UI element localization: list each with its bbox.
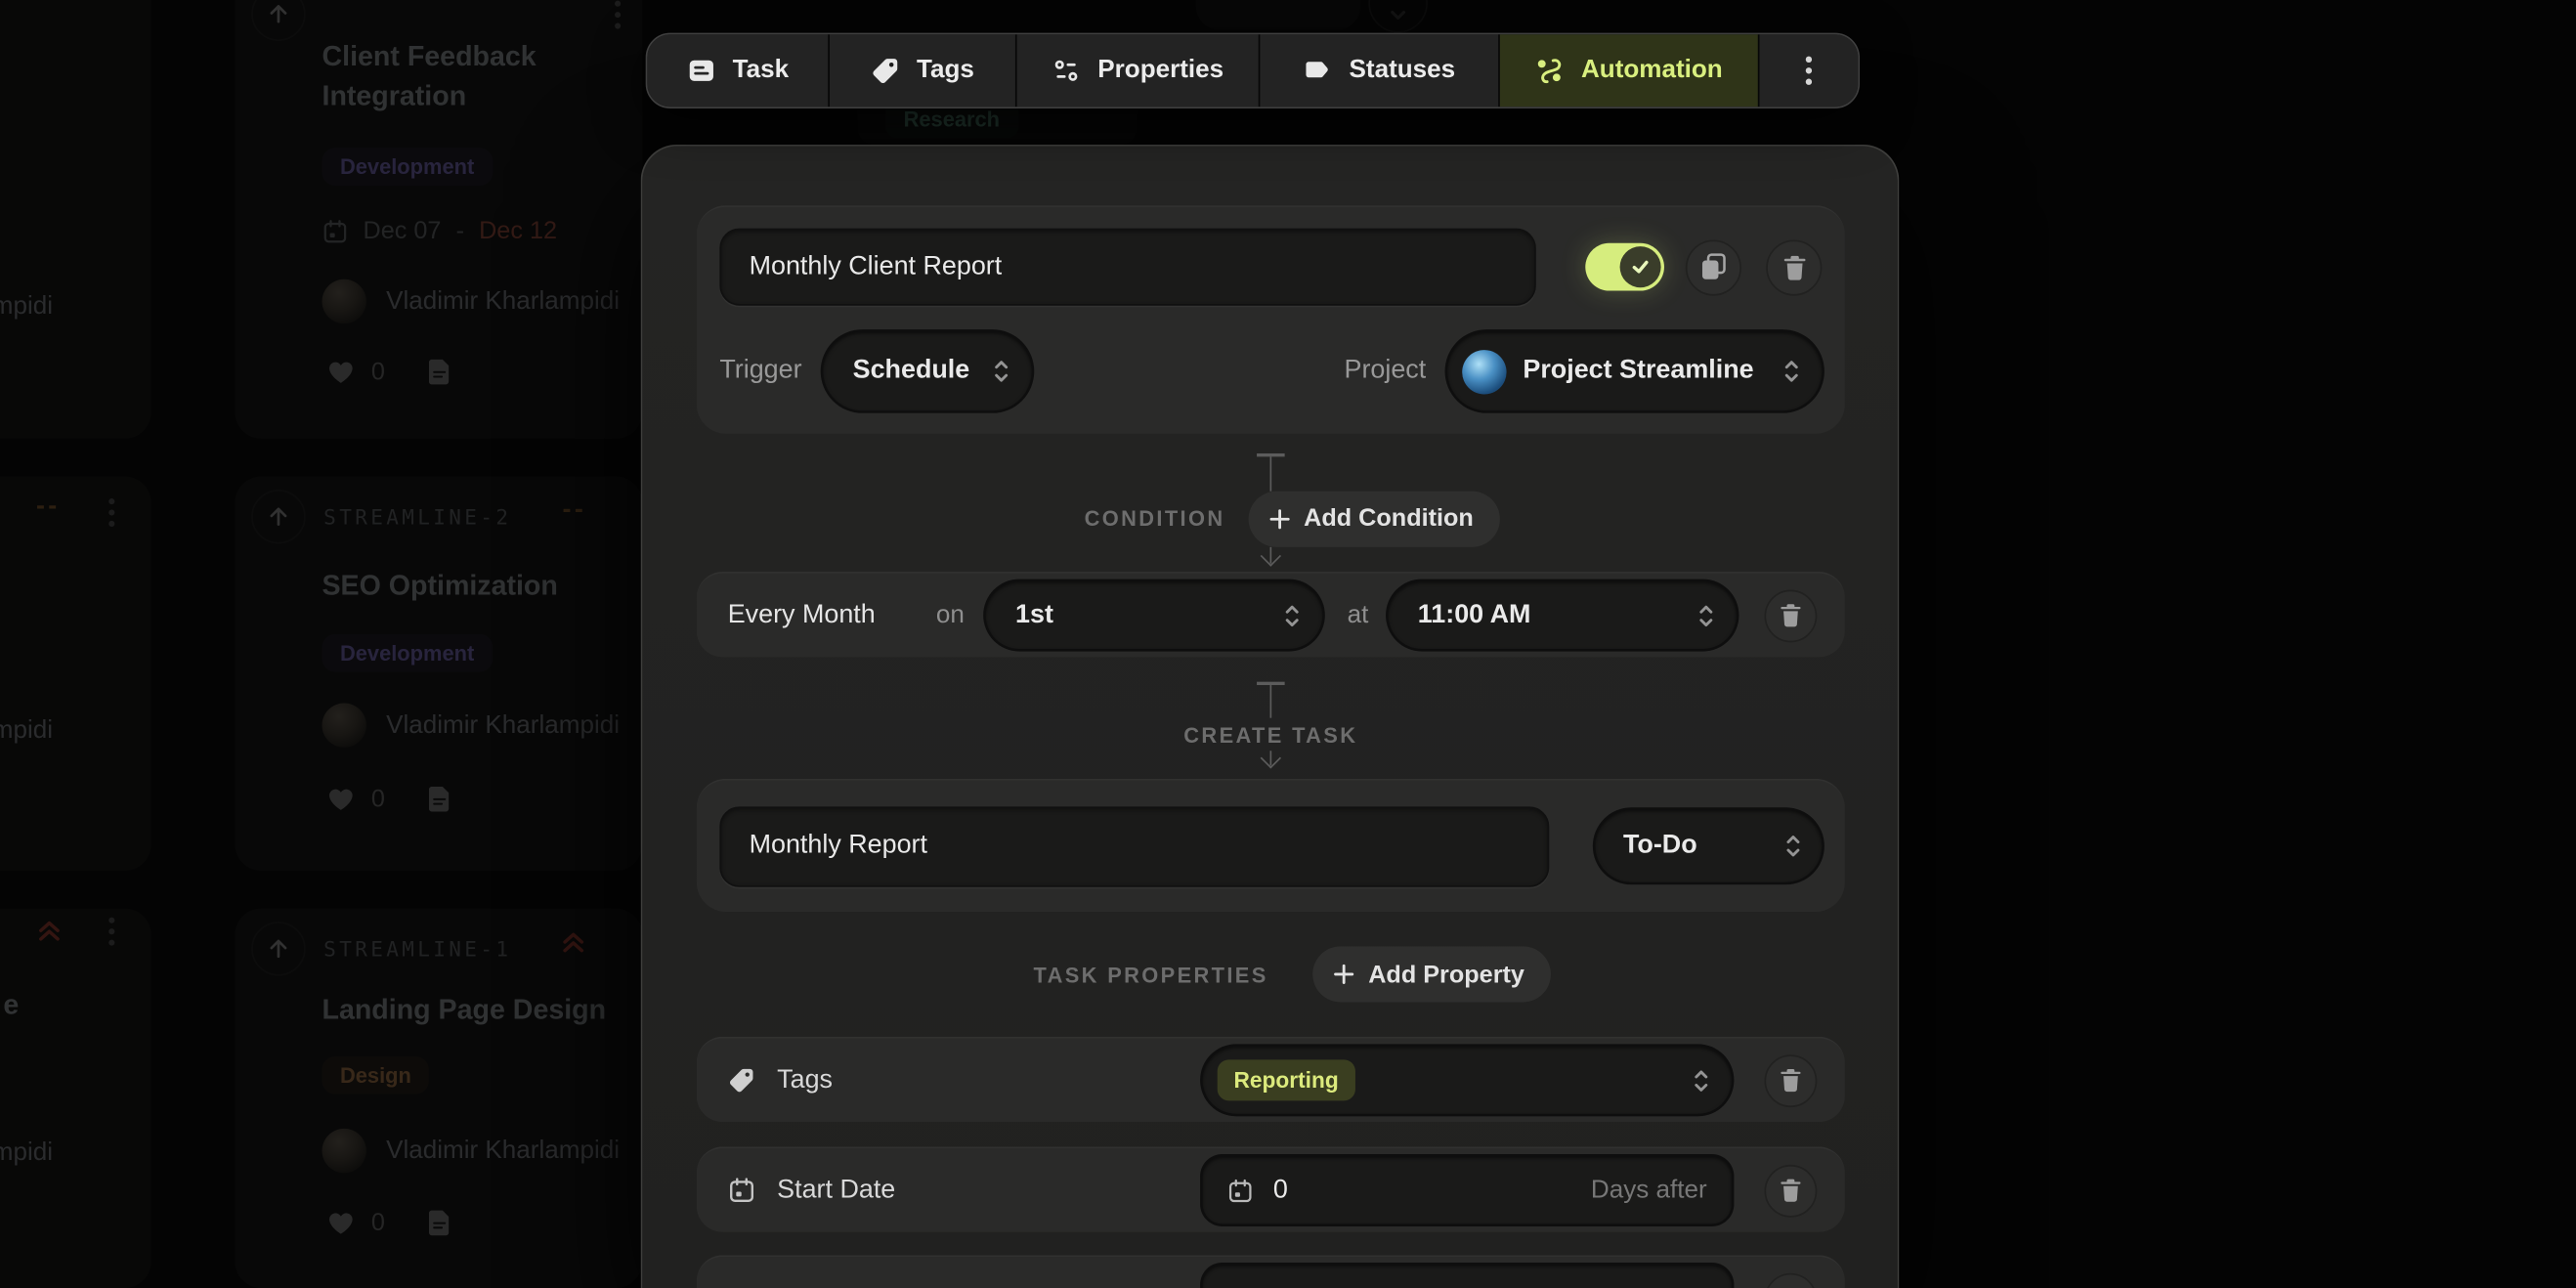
add-condition-button[interactable]: Add Condition xyxy=(1248,491,1500,546)
duplicate-automation-button[interactable] xyxy=(1686,239,1741,295)
connector-line xyxy=(1269,456,1272,491)
app-root: Vladimir Kharlampidi -- Vladimir Kharlam… xyxy=(0,0,2576,1288)
task-properties-header: TASK PROPERTIES Add Property xyxy=(718,946,1867,1002)
properties-icon xyxy=(1052,56,1081,85)
tab-properties[interactable]: Properties xyxy=(1017,34,1261,107)
trigger-value: Schedule xyxy=(853,357,970,386)
project-value: Project Streamline xyxy=(1523,357,1753,386)
chevron-updown-icon xyxy=(1782,357,1800,386)
tags-value-select[interactable]: Reporting xyxy=(1203,1047,1732,1114)
tab-task[interactable]: Task xyxy=(647,34,830,107)
project-avatar xyxy=(1462,349,1506,393)
calendar-icon xyxy=(1227,1178,1254,1204)
project-label: Project xyxy=(1344,357,1426,386)
trigger-select[interactable]: Schedule xyxy=(823,332,1032,411)
chevron-updown-icon xyxy=(1784,832,1802,861)
automation-icon xyxy=(1535,56,1565,85)
tag-chip: Reporting xyxy=(1218,1059,1355,1100)
create-task-section-label: CREATE TASK xyxy=(1183,722,1357,747)
schedule-day-select[interactable]: 1st xyxy=(986,581,1323,649)
delete-trigger-button[interactable] xyxy=(1765,589,1818,642)
chevron-updown-icon xyxy=(1693,1065,1710,1095)
calendar-icon xyxy=(728,1177,756,1205)
schedule-at-label: at xyxy=(1348,600,1369,629)
chevron-updown-icon xyxy=(993,357,1010,386)
connector-arrow-icon xyxy=(1261,748,1281,768)
automation-header-card: Trigger Schedule Project Project Streaml… xyxy=(697,205,1845,434)
delete-automation-button[interactable] xyxy=(1766,239,1822,295)
schedule-on-label: on xyxy=(936,600,965,629)
tab-label: Task xyxy=(733,56,789,85)
schedule-time-select[interactable]: 11:00 AM xyxy=(1389,581,1737,649)
task-status-select[interactable]: To-Do xyxy=(1595,810,1822,882)
automation-name-input[interactable] xyxy=(719,229,1536,306)
chevron-updown-icon xyxy=(1697,600,1715,629)
delete-property-button[interactable] xyxy=(1765,1053,1818,1106)
automation-enabled-toggle[interactable] xyxy=(1585,243,1664,291)
delete-property-button[interactable] xyxy=(1765,1164,1818,1217)
delete-property-button[interactable] xyxy=(1765,1272,1818,1288)
add-property-button[interactable]: Add Property xyxy=(1312,946,1551,1002)
tab-label: Statuses xyxy=(1350,56,1456,85)
condition-flow-connector: CONDITION Add Condition xyxy=(697,453,1845,564)
task-status-value: To-Do xyxy=(1623,832,1697,861)
property-label: Start Date xyxy=(777,1176,895,1205)
tab-tags[interactable]: Tags xyxy=(830,34,1017,107)
tab-label: Tags xyxy=(917,56,974,85)
property-label: Tags xyxy=(777,1065,833,1095)
schedule-frequency: Every Month xyxy=(728,600,876,629)
tab-automation[interactable]: Automation xyxy=(1500,34,1760,107)
check-icon xyxy=(1630,256,1652,278)
automation-editor-modal: Trigger Schedule Project Project Streaml… xyxy=(641,145,1900,1288)
start-date-offset-value: 0 xyxy=(1273,1176,1288,1205)
task-name-input[interactable] xyxy=(719,806,1549,886)
create-task-flow-connector: CREATE TASK xyxy=(697,682,1845,766)
connector-arrow-icon xyxy=(1261,545,1281,566)
trash-icon xyxy=(1780,603,1803,627)
toggle-knob xyxy=(1620,246,1661,287)
property-field[interactable] xyxy=(1203,1265,1732,1288)
status-badge-icon xyxy=(1303,56,1332,85)
tab-label: Properties xyxy=(1097,56,1224,85)
schedule-trigger-row: Every Month on 1st at 11:00 AM xyxy=(697,572,1845,657)
copy-icon xyxy=(1700,253,1727,281)
tab-more-menu[interactable] xyxy=(1759,34,1858,107)
tag-icon xyxy=(871,56,900,85)
trash-icon xyxy=(1780,1068,1803,1093)
trash-icon xyxy=(1782,254,1806,280)
property-row-partial xyxy=(697,1255,1845,1288)
view-tab-bar: Task Tags Properties Statuses Automation xyxy=(646,33,1860,108)
trigger-label: Trigger xyxy=(719,357,801,386)
plus-icon xyxy=(1267,507,1291,531)
new-task-card: To-Do xyxy=(697,779,1845,912)
condition-section-label: CONDITION xyxy=(1085,506,1225,531)
start-date-offset-suffix: Days after xyxy=(1591,1176,1707,1205)
start-date-offset-field[interactable]: 0 Days after xyxy=(1203,1157,1732,1224)
tag-icon xyxy=(728,1066,756,1095)
project-select[interactable]: Project Streamline xyxy=(1447,332,1822,411)
plus-icon xyxy=(1332,963,1355,986)
add-property-label: Add Property xyxy=(1368,961,1524,989)
tab-label: Automation xyxy=(1581,56,1723,85)
task-icon xyxy=(687,56,716,85)
task-properties-section-label: TASK PROPERTIES xyxy=(1034,962,1268,986)
trash-icon xyxy=(1780,1178,1803,1202)
schedule-day-value: 1st xyxy=(1015,600,1053,629)
chevron-updown-icon xyxy=(1283,600,1301,629)
add-condition-label: Add Condition xyxy=(1304,504,1474,533)
schedule-time-value: 11:00 AM xyxy=(1418,600,1531,629)
connector-line xyxy=(1269,684,1272,717)
property-row-tags: Tags Reporting xyxy=(697,1037,1845,1122)
tab-statuses[interactable]: Statuses xyxy=(1260,34,1499,107)
property-row-start-date: Start Date 0 Days after xyxy=(697,1146,1845,1231)
more-vertical-icon xyxy=(1806,56,1813,85)
